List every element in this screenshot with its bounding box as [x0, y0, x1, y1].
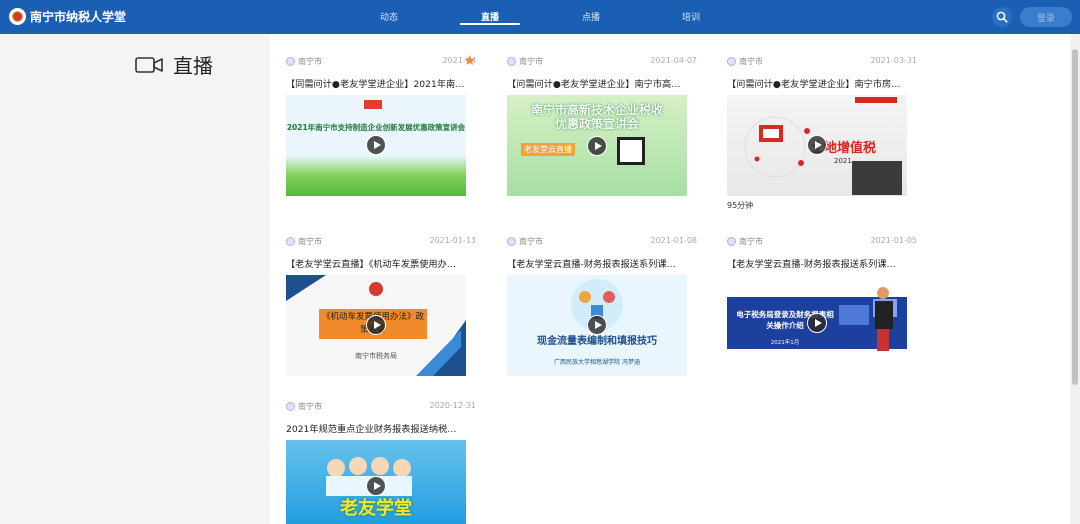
tax-emblem-icon	[9, 8, 26, 25]
login-button[interactable]: 登录	[1020, 7, 1072, 27]
card-date: 2021-01-13	[429, 236, 477, 245]
card-thumbnail[interactable]: 2021年南宁市支持制造企业创新发展优惠政策宣讲会	[286, 95, 466, 196]
play-icon[interactable]	[366, 315, 386, 335]
card-thumbnail[interactable]: 《机动车发票使用办法》政策宣讲 南宁市税务局	[286, 275, 466, 376]
org-avatar-icon	[727, 237, 736, 246]
video-duration: 95分钟	[727, 201, 754, 210]
live-card[interactable]: 南宁市 2021-01-13 【老友学堂云直播】《机动车发票使用办… 《机动车发…	[286, 236, 476, 376]
card-org: 南宁市	[507, 236, 543, 247]
org-avatar-icon	[507, 57, 516, 66]
card-org: 南宁市	[286, 401, 322, 412]
page-title: 直播	[173, 54, 213, 78]
card-thumbnail[interactable]: 电子税务局登录及财务报表相关操作介绍 2021年1月	[727, 275, 907, 376]
active-tab-indicator	[460, 23, 520, 25]
card-org: 南宁市	[727, 236, 763, 247]
card-title[interactable]: 【问需问计●老友学堂进企业】南宁市房…	[727, 76, 907, 90]
org-avatar-icon	[727, 57, 736, 66]
card-date: 2021-04-07	[650, 56, 698, 65]
left-panel	[135, 34, 267, 524]
thumbnail-subcaption: 广西民族大学相思湖学院 冯梦涵	[554, 359, 640, 366]
logo-100-icon	[364, 100, 382, 109]
site-logo[interactable]: 南宁市纳税人学堂	[9, 8, 126, 25]
top-navbar: 南宁市纳税人学堂 动态 直播 点播 培训 登录	[0, 0, 1080, 34]
card-date: 2020-12-31	[429, 401, 477, 410]
play-icon[interactable]	[587, 136, 607, 156]
card-title[interactable]: 【问需问计●老友学堂进企业】南宁市高…	[507, 76, 687, 90]
live-card[interactable]: 南宁市 2021-04 ★ 【同需问计●老友学堂进企业】2021年南… 2021…	[286, 53, 476, 196]
scrollbar-thumb[interactable]	[1072, 49, 1078, 385]
thumbnail-subcaption: 2021年1月	[770, 340, 800, 346]
nav-item-vod[interactable]: 点播	[561, 10, 621, 23]
card-title[interactable]: 【同需问计●老友学堂进企业】2021年南…	[286, 76, 466, 90]
card-title[interactable]: 【老友学堂云直播-财务报表报送系列课…	[727, 256, 907, 270]
thumbnail-subcaption: 2021	[834, 157, 852, 165]
thumbnail-caption: 老友学堂	[340, 498, 412, 519]
search-button[interactable]	[992, 7, 1012, 27]
scrollbar[interactable]	[1070, 34, 1080, 524]
org-avatar-icon	[286, 57, 295, 66]
card-title[interactable]: 2021年规范重点企业财务报表报送纳税…	[286, 421, 466, 435]
card-org: 南宁市	[507, 56, 543, 67]
org-avatar-icon	[286, 237, 295, 246]
play-icon[interactable]	[807, 135, 827, 155]
card-org: 南宁市	[727, 56, 763, 67]
thumbnail-subcaption: 老友堂云直播	[521, 143, 575, 156]
card-date: 2021-01-05	[870, 236, 918, 245]
card-thumbnail[interactable]: 老友学堂	[286, 440, 466, 524]
nav-item-news[interactable]: 动态	[359, 10, 419, 23]
site-title: 南宁市纳税人学堂	[30, 10, 127, 24]
thumbnail-caption: 南宁市高新技术企业税收优惠政策宣讲会	[530, 103, 663, 131]
play-icon[interactable]	[366, 135, 386, 155]
live-card[interactable]: 南宁市 2020-12-31 2021年规范重点企业财务报表报送纳税… 老友学堂	[286, 401, 476, 524]
card-title[interactable]: 【老友学堂云直播】《机动车发票使用办…	[286, 256, 466, 270]
star-icon[interactable]: ★	[463, 53, 476, 69]
card-title[interactable]: 【老友学堂云直播-财务报表报送系列课…	[507, 256, 687, 270]
card-date: 2021-01-08	[650, 236, 698, 245]
card-thumbnail[interactable]: 南宁市高新技术企业税收优惠政策宣讲会 老友堂云直播	[507, 95, 687, 196]
search-icon	[996, 11, 1008, 23]
nav-item-live[interactable]: 直播	[460, 10, 520, 23]
live-card[interactable]: 南宁市 2021-01-08 【老友学堂云直播-财务报表报送系列课… 现金流量表…	[507, 236, 697, 376]
card-org: 南宁市	[286, 236, 322, 247]
qr-code-icon	[617, 137, 645, 165]
play-icon[interactable]	[366, 476, 386, 496]
page-heading: 直播	[135, 50, 213, 79]
org-avatar-icon	[507, 237, 516, 246]
thumbnail-caption: 2021年南宁市支持制造企业创新发展优惠政策宣讲会	[286, 123, 466, 132]
card-date: 2021-03-31	[870, 56, 918, 65]
video-camera-icon	[135, 56, 163, 73]
live-card[interactable]: 南宁市 2021-01-05 【老友学堂云直播-财务报表报送系列课… 电子税务局…	[727, 236, 917, 376]
thumbnail-subcaption: 南宁市税务局	[355, 352, 397, 360]
card-thumbnail[interactable]: 现金流量表编制和填报技巧 广西民族大学相思湖学院 冯梦涵	[507, 275, 687, 376]
play-icon[interactable]	[807, 313, 827, 333]
live-card[interactable]: 南宁市 2021-04-07 【问需问计●老友学堂进企业】南宁市高… 南宁市高新…	[507, 56, 697, 196]
card-org: 南宁市	[286, 56, 322, 67]
card-thumbnail[interactable]: 土地增值税 2021	[727, 95, 907, 196]
nav-item-training[interactable]: 培训	[661, 10, 721, 23]
live-card[interactable]: 南宁市 2021-03-31 【问需问计●老友学堂进企业】南宁市房… 土地增值税…	[727, 56, 917, 211]
org-avatar-icon	[286, 402, 295, 411]
play-icon[interactable]	[587, 315, 607, 335]
